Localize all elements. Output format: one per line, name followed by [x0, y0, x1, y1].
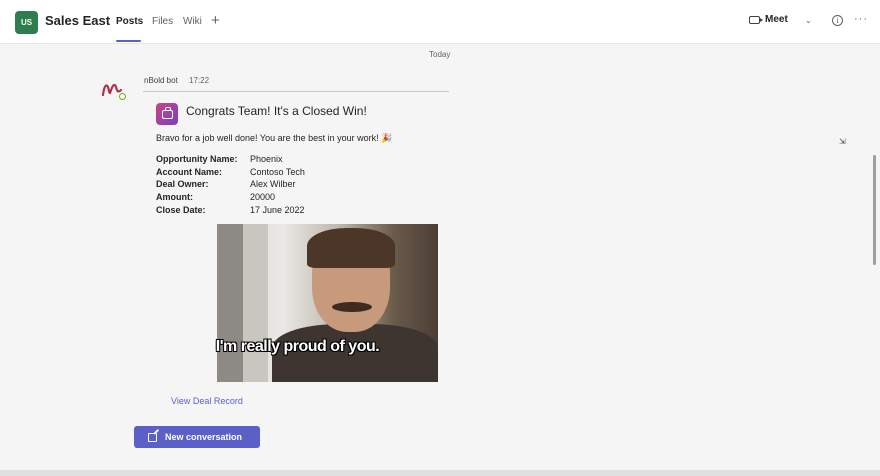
bottom-edge — [0, 470, 880, 476]
fact-label: Amount: — [156, 192, 193, 202]
date-divider: Today — [429, 50, 451, 59]
tab-wiki[interactable]: Wiki — [183, 16, 202, 27]
fact-value: Contoso Tech — [250, 167, 305, 177]
fact-value: Alex Wilber — [250, 179, 296, 189]
cursor-icon: ⇲ — [839, 137, 846, 146]
meet-button[interactable]: Meet — [749, 14, 788, 25]
card-divider — [143, 91, 449, 92]
fact-label: Account Name: — [156, 167, 223, 177]
meet-dropdown-icon[interactable]: ⌄ — [805, 16, 812, 25]
tab-files[interactable]: Files — [152, 16, 173, 27]
channel-header: US Sales East Posts Files Wiki + Meet ⌄ … — [0, 0, 880, 44]
gif-caption: I'm really proud of you. — [215, 338, 380, 355]
tab-posts[interactable]: Posts — [116, 16, 143, 27]
fact-label: Close Date: — [156, 205, 206, 215]
gif-wall — [243, 224, 268, 382]
team-name: Sales East — [45, 13, 111, 28]
gif-person-hair — [307, 228, 395, 268]
active-tab-indicator — [116, 40, 141, 42]
gif-door — [217, 224, 243, 382]
gif-person-mustache — [332, 302, 372, 312]
card-subtitle: Bravo for a job well done! You are the b… — [156, 133, 393, 143]
new-conversation-button[interactable]: New conversation — [134, 426, 260, 448]
video-camera-icon — [749, 15, 763, 24]
info-icon[interactable]: i — [832, 15, 843, 26]
presence-status-icon — [119, 93, 126, 100]
fact-label: Deal Owner: — [156, 179, 209, 189]
fact-value: 17 June 2022 — [250, 205, 305, 215]
message-sender: nBold bot — [144, 76, 178, 85]
message-time: 17:22 — [189, 76, 210, 85]
fact-value: 20000 — [250, 192, 276, 202]
scrollbar-thumb[interactable] — [873, 155, 876, 265]
add-tab-icon[interactable]: + — [211, 12, 220, 29]
more-options-icon[interactable]: ··· — [854, 13, 868, 25]
view-deal-record-link[interactable]: View Deal Record — [171, 396, 243, 406]
compose-icon — [148, 432, 157, 442]
new-conversation-label: New conversation — [165, 432, 243, 442]
posts-feed — [0, 44, 880, 474]
meet-label: Meet — [765, 14, 788, 25]
card-title: Congrats Team! It's a Closed Win! — [186, 104, 367, 118]
fact-label: Opportunity Name: — [156, 154, 238, 164]
briefcase-icon — [156, 103, 178, 125]
fact-value: Phoenix — [250, 154, 283, 164]
celebration-gif[interactable]: I'm really proud of you. — [157, 224, 438, 382]
team-avatar[interactable]: US — [15, 11, 38, 34]
